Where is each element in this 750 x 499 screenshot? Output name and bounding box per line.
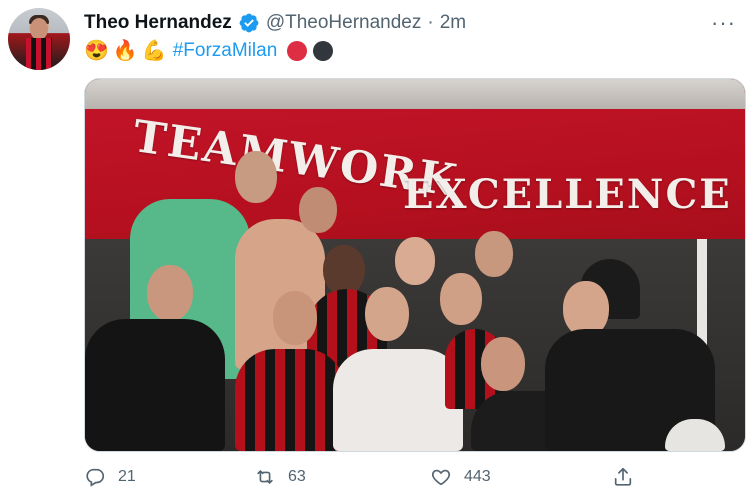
player-shirt-white: [333, 349, 463, 451]
hashtag-link[interactable]: #ForzaMilan: [173, 40, 278, 62]
ceiling: [85, 79, 745, 109]
like-button[interactable]: 443: [430, 466, 491, 488]
player-head: [273, 291, 317, 345]
player-head: [235, 151, 277, 203]
share-button[interactable]: [612, 466, 634, 488]
tweet-timestamp[interactable]: 2m: [440, 12, 466, 34]
like-count: 443: [464, 468, 491, 485]
player-shirt: [235, 349, 345, 451]
tweet-text: 😍 🔥 💪 #ForzaMilan: [84, 40, 334, 62]
player-head: [440, 273, 482, 325]
retweet-icon: [257, 470, 273, 484]
heart-eyes-emoji: 😍: [84, 40, 109, 62]
player-head: [365, 287, 409, 341]
black-circle-emoji: [313, 41, 334, 61]
player-head: [481, 337, 525, 391]
verified-badge-icon: [238, 12, 260, 34]
author-handle[interactable]: @TheoHernandez: [266, 12, 422, 34]
player-shirt: [85, 319, 225, 451]
player-head: [299, 187, 337, 233]
flexed-biceps-emoji: 💪: [141, 40, 167, 62]
separator-dot: ·: [427, 12, 434, 33]
fire-emoji: 🔥: [112, 40, 138, 62]
player-head: [395, 237, 435, 285]
author-avatar[interactable]: [8, 8, 70, 70]
player-head: [475, 231, 513, 277]
heart-icon: [431, 469, 451, 486]
red-circle-emoji: [287, 41, 308, 61]
tweet-photo[interactable]: TEAMWORK EXCELLENCE: [84, 78, 746, 452]
player-head: [323, 245, 365, 295]
retweet-count: 63: [288, 468, 306, 485]
banner-text-excellence: EXCELLENCE: [403, 171, 732, 218]
tweet-header: Theo Hernandez @TheoHernandez · 2m: [84, 12, 466, 34]
reply-count: 21: [118, 468, 136, 485]
player-head: [147, 265, 193, 321]
tweet-actions: 21 63 443: [84, 462, 744, 492]
reply-icon: [86, 468, 105, 487]
reply-button[interactable]: 21: [84, 466, 136, 488]
author-name[interactable]: Theo Hernandez: [84, 12, 232, 34]
share-icon: [614, 467, 632, 486]
more-options-icon[interactable]: ···: [711, 10, 736, 36]
retweet-button[interactable]: 63: [254, 466, 306, 488]
